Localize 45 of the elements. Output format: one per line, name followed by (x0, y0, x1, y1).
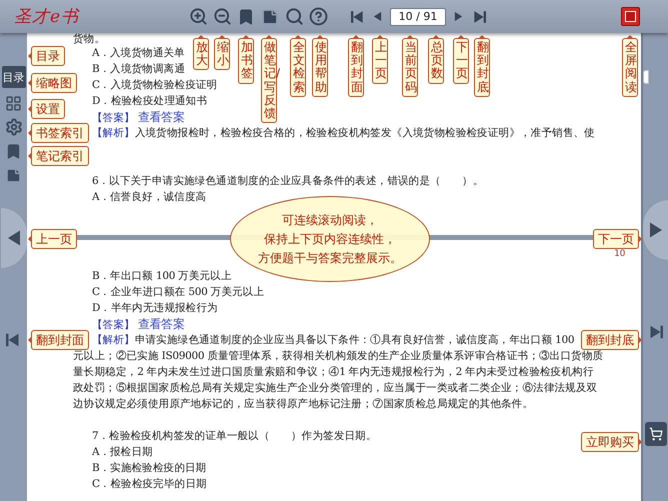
analysis-label: 【解析】 (92, 334, 135, 346)
option-text: D．检验检疫处理通知书 (92, 95, 208, 107)
cart-icon (648, 427, 662, 441)
option-text: D．半年内无违规报检行为 (92, 302, 218, 314)
option-text: A．入境货物通关单 (92, 47, 185, 59)
option-text: A．信誉良好，诚信度高 (92, 191, 206, 203)
first-page-icon (6, 331, 21, 349)
fullscreen-button[interactable] (621, 7, 640, 26)
answer-label: 【答案】 (92, 319, 135, 331)
grid-icon[interactable] (4, 94, 24, 112)
option-text: A．报检日期 (92, 446, 153, 458)
previous-page-button[interactable] (0, 208, 26, 268)
text-line: 政处罚；⑤根据国家质检总局有关规定实施生产企业分类管理的，应当属于一类或者二类企业；⑥法律法规及双 (73, 382, 598, 394)
page-number-field[interactable]: 10 / 91 (390, 8, 446, 26)
option-text: B．年出口额 100 万美元以上 (92, 270, 232, 282)
option-text: C．检验检疫完毕的日期 (92, 478, 207, 490)
analysis-text: 入境货物报检时，检验检疫合格的，检验检疫机构签发《入境货物检验检疫证明》，准予销售、使 (134, 127, 595, 139)
analysis-text: 申请实施绿色通道制度的企业应当具备以下条件：①具有良好信誉，诚信度高，年出口额 100 (134, 334, 574, 346)
last-page-icon (472, 10, 486, 24)
square-icon (625, 11, 636, 22)
contents-tab[interactable]: 目录 (2, 66, 26, 88)
option-text: C．企业年进口额在 500 万美元以上 (92, 286, 264, 298)
settings-icon[interactable] (4, 118, 24, 136)
option-text: B．入境货物调离通 (92, 63, 186, 75)
show-answer-link[interactable]: 查看答案 (138, 317, 185, 331)
option-text: C．入境货物检验检疫证明 (92, 79, 218, 91)
app-logo: 圣才e书 (14, 6, 80, 28)
analysis-label: 【解析】 (92, 127, 135, 139)
question-text: 6．以下关于申请实施绿色通道制度的企业应具备条件的表述，错误的是（ ）。 (92, 175, 484, 187)
text-line: 边协议规定必须使用原产地标记的，应当获得原产地标记注册；⑦国家质检总局规定的其他条件。 (73, 398, 534, 410)
show-answer-link[interactable]: 查看答案 (138, 110, 185, 124)
text-line: 元以上；②已实施 IS09000 质量管理体系，获得相关机构颁发的生产企业质量体系评审合格证书；③出口货物质 (73, 350, 604, 362)
page-number: 10 (614, 249, 625, 259)
question-text: 7．检验检疫机构签发的证单一般以（ ）作为签发日期。 (92, 430, 377, 442)
first-page-icon (350, 10, 364, 24)
help-icon[interactable] (307, 6, 329, 28)
last-page-icon (648, 323, 663, 341)
option-text: B．实施检验检疫的日期 (92, 462, 206, 474)
text-line: 量长期稳定，2 年内未发生过进口国质量索赔和争议；④1 年内无违规报检行为，2 年内未受过检验检疫机构行 (73, 366, 594, 378)
answer-label: 【答案】 (92, 112, 135, 124)
cart-button[interactable] (644, 422, 666, 446)
panel-handle[interactable] (643, 70, 649, 84)
text-line: 货物。 (73, 33, 106, 45)
next-icon (453, 11, 464, 22)
previous-icon (372, 11, 383, 22)
